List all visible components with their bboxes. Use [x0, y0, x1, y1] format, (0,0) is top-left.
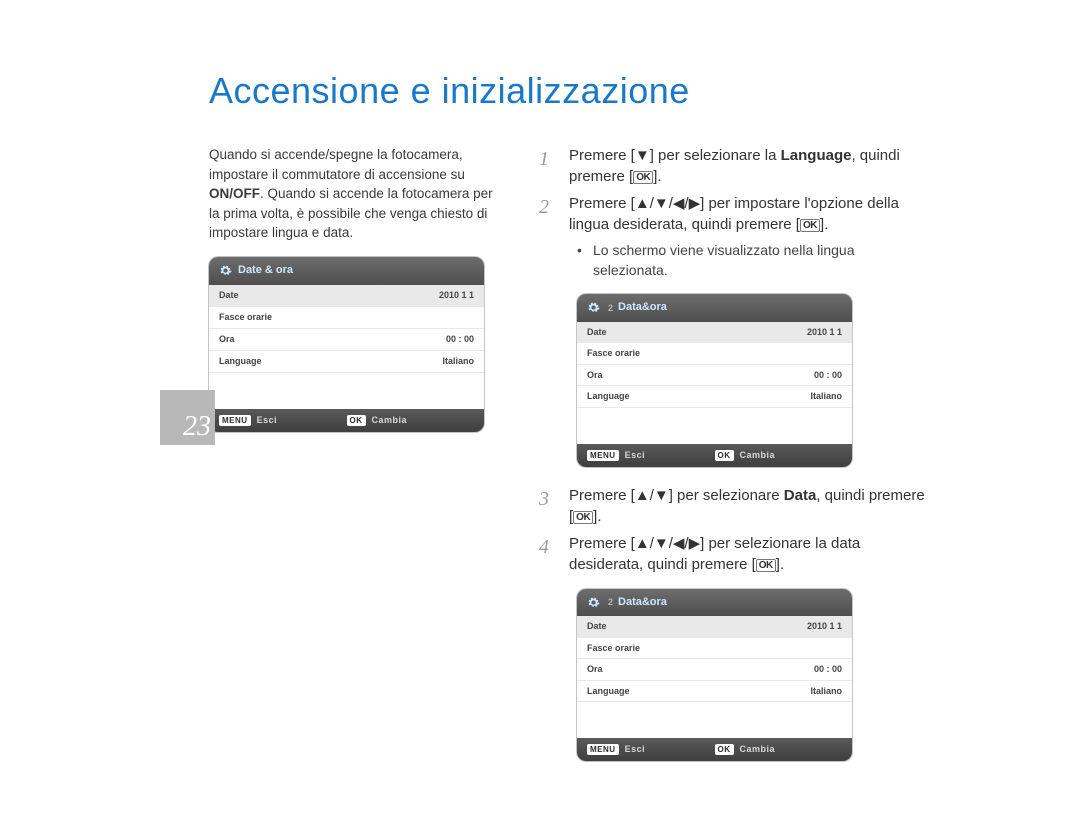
ok-key-icon: OK: [633, 171, 653, 184]
lcd-row-label: Date: [587, 326, 807, 339]
step-3: 3 Premere [▲/▼] per selezionare Data, qu…: [539, 485, 929, 527]
lcd-row-label: Ora: [587, 369, 814, 382]
lcd-empty: [209, 373, 484, 409]
lcd-row: Fasce orarie: [577, 638, 852, 660]
menu-tag: MENU: [219, 415, 251, 427]
intro-text-1: Quando si accende/spegne la fotocamera, …: [209, 147, 465, 182]
lcd-row-label: Ora: [587, 663, 814, 676]
lcd-screen-right-2: 2 Data&ora Date2010 1 1 Fasce orarie Ora…: [577, 589, 852, 761]
lcd-row: Fasce orarie: [209, 307, 484, 329]
menu-tag: MENU: [587, 450, 619, 461]
step-text: Premere [▼] per selezionare la: [569, 147, 781, 164]
step-bold: Language: [781, 147, 852, 164]
lcd-row-label: Fasce orarie: [587, 642, 842, 655]
lcd-row: Date2010 1 1: [577, 616, 852, 638]
ok-tag: OK: [347, 415, 366, 427]
lcd-row: Ora00 : 00: [209, 329, 484, 351]
ok-tag: OK: [715, 450, 734, 461]
lcd-row-label: Fasce orarie: [219, 311, 474, 324]
gear-icon: [219, 264, 232, 277]
lcd-row-value: Italiano: [810, 685, 842, 698]
lcd-row: LanguageItaliano: [209, 351, 484, 373]
lcd-row-label: Ora: [219, 333, 446, 346]
lcd-header-sub: 2: [608, 596, 613, 609]
ok-key-icon: OK: [756, 559, 776, 572]
step-number: 3: [539, 485, 569, 527]
lcd-footer: MENU Esci OK Cambia: [577, 738, 852, 761]
lcd-row-value: 2010 1 1: [439, 289, 474, 302]
step-text: Premere [▲/▼/◀/▶] per impostare l'opzion…: [569, 195, 899, 233]
lcd-empty: [577, 408, 852, 444]
lcd-row-label: Language: [587, 685, 810, 698]
lcd-row-value: Italiano: [810, 390, 842, 403]
lcd-row: Ora00 : 00: [577, 365, 852, 387]
step-bold: Data: [784, 487, 817, 504]
lcd-row: LanguageItaliano: [577, 681, 852, 703]
lcd-footer-left: Esci: [625, 449, 646, 462]
lcd-row-label: Date: [219, 289, 439, 302]
lcd-row: Ora00 : 00: [577, 659, 852, 681]
lcd-footer-left: Esci: [257, 414, 278, 427]
step-4: 4 Premere [▲/▼/◀/▶] per selezionare la d…: [539, 533, 929, 575]
gear-icon: [587, 301, 600, 314]
step-number: 4: [539, 533, 569, 575]
lcd-row-label: Fasce orarie: [587, 347, 842, 360]
lcd-rows: Date2010 1 1 Fasce orarie Ora00 : 00 Lan…: [577, 616, 852, 738]
lcd-rows: Date2010 1 1 Fasce orarie Ora00 : 00 Lan…: [577, 322, 852, 444]
lcd-footer-right: Cambia: [740, 449, 776, 462]
page-number-badge: 23: [160, 390, 215, 445]
intro-onoff: ON/OFF: [209, 186, 260, 201]
bullet-icon: •: [577, 241, 593, 280]
page-title: Accensione e inizializzazione: [209, 70, 690, 112]
step-1: 1 Premere [▼] per selezionare la Languag…: [539, 145, 929, 187]
lcd-row-value: 00 : 00: [446, 333, 474, 346]
lcd-footer-right: Cambia: [372, 414, 408, 427]
lcd-row-value: Italiano: [442, 355, 474, 368]
lcd-rows: Date2010 1 1 Fasce orarie Ora00 : 00 Lan…: [209, 285, 484, 409]
lcd-row: LanguageItaliano: [577, 386, 852, 408]
step-number: 1: [539, 145, 569, 187]
step-2: 2 Premere [▲/▼/◀/▶] per impostare l'opzi…: [539, 193, 929, 235]
lcd-row: Date2010 1 1: [209, 285, 484, 307]
lcd-row-value: 2010 1 1: [807, 620, 842, 633]
bullet-text: Lo schermo viene visualizzato nella ling…: [593, 241, 929, 280]
ok-key-icon: OK: [573, 511, 593, 524]
page-number: 23: [183, 411, 211, 443]
lcd-screen-left: Date & ora Date2010 1 1 Fasce orarie Ora…: [209, 257, 484, 432]
lcd-empty: [577, 702, 852, 738]
lcd-header-title: Data&ora: [618, 300, 667, 315]
lcd-header-title: Data&ora: [618, 595, 667, 610]
step-text: Premere [▲/▼/◀/▶] per selezionare la dat…: [569, 535, 860, 573]
lcd-row: Date2010 1 1: [577, 322, 852, 344]
lcd-header: 2 Data&ora: [577, 294, 852, 321]
lcd-footer-right: Cambia: [740, 743, 776, 756]
lcd-row-label: Language: [587, 390, 810, 403]
ok-tag: OK: [715, 744, 734, 755]
lcd-screen-right-1: 2 Data&ora Date2010 1 1 Fasce orarie Ora…: [577, 294, 852, 466]
step-text: Premere [▲/▼] per selezionare: [569, 487, 784, 504]
lcd-header-sub: 2: [608, 302, 613, 315]
lcd-row-value: 2010 1 1: [807, 326, 842, 339]
lcd-header: 2 Data&ora: [577, 589, 852, 616]
lcd-row: Fasce orarie: [577, 343, 852, 365]
gear-icon: [587, 596, 600, 609]
lcd-header-title: Date & ora: [238, 263, 293, 279]
lcd-footer-left: Esci: [625, 743, 646, 756]
steps-column: 1 Premere [▼] per selezionare la Languag…: [539, 145, 929, 779]
step-number: 2: [539, 193, 569, 235]
menu-tag: MENU: [587, 744, 619, 755]
lcd-footer: MENU Esci OK Cambia: [577, 444, 852, 467]
lcd-row-label: Date: [587, 620, 807, 633]
lcd-row-value: 00 : 00: [814, 369, 842, 382]
lcd-header: Date & ora: [209, 257, 484, 285]
step-2-bullet: •Lo schermo viene visualizzato nella lin…: [577, 241, 929, 280]
intro-paragraph: Quando si accende/spegne la fotocamera, …: [209, 145, 494, 450]
lcd-footer: MENU Esci OK Cambia: [209, 409, 484, 432]
lcd-row-label: Language: [219, 355, 442, 368]
ok-key-icon: OK: [800, 219, 820, 232]
lcd-row-value: 00 : 00: [814, 663, 842, 676]
